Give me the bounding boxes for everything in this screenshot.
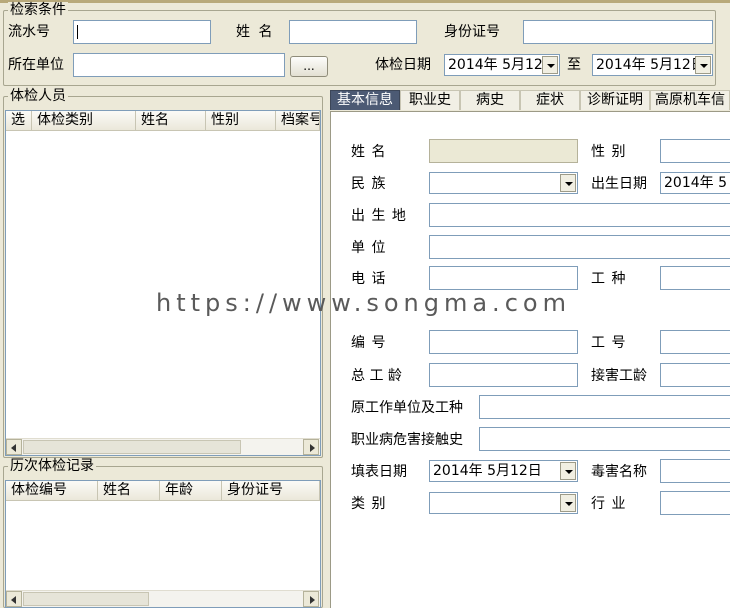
idcard-label: 身份证号 <box>444 24 500 40</box>
dropdown-arrow-icon[interactable] <box>542 56 558 74</box>
column-header-exam-type[interactable]: 体检类别 <box>32 111 136 131</box>
form-industry-input[interactable] <box>660 491 730 515</box>
serial-input[interactable] <box>73 20 211 44</box>
form-number-label: 编 号 <box>351 335 387 351</box>
form-birthdate-picker[interactable]: 2014年 5 <box>660 172 730 194</box>
tab-plateau-locomotive[interactable]: 高原机车信 <box>650 90 730 110</box>
column-header-file-no[interactable]: 档案号 <box>276 111 320 131</box>
column-header-age[interactable]: 年龄 <box>160 481 222 501</box>
tab-basic-info[interactable]: 基本信息 <box>330 90 400 110</box>
browse-unit-button[interactable]: ... <box>290 56 328 77</box>
form-category-select[interactable] <box>429 492 578 514</box>
people-table[interactable]: 选 体检类别 姓名 性别 档案号 <box>5 110 321 456</box>
dropdown-arrow-icon[interactable] <box>560 494 576 512</box>
scroll-thumb[interactable] <box>23 592 149 606</box>
history-table[interactable]: 体检编号 姓名 年龄 身份证号 <box>5 480 321 608</box>
form-birthdate-value: 2014年 5 <box>664 175 727 191</box>
form-number-input[interactable] <box>429 330 578 354</box>
form-workno-label: 工 号 <box>591 335 627 351</box>
unit-input[interactable] <box>73 53 285 77</box>
form-phone-label: 电 话 <box>351 271 387 287</box>
form-category-label: 类 别 <box>351 496 387 512</box>
people-horizontal-scrollbar[interactable] <box>6 438 320 455</box>
exam-date-label: 体检日期 <box>375 57 431 73</box>
column-header-name[interactable]: 姓名 <box>136 111 206 131</box>
form-ethnicity-label: 民 族 <box>351 176 387 192</box>
column-header-select[interactable]: 选 <box>6 111 32 131</box>
watermark-text: https://www.songma.com <box>156 289 571 317</box>
form-total-years-input[interactable] <box>429 363 578 387</box>
column-header-exam-no[interactable]: 体检编号 <box>6 481 98 501</box>
name-label: 姓 名 <box>236 24 275 40</box>
scroll-left-icon[interactable] <box>6 591 22 607</box>
form-total-years-label: 总 工 龄 <box>351 368 402 384</box>
form-exposure-years-label: 接害工龄 <box>591 368 647 384</box>
column-header-name[interactable]: 姓名 <box>98 481 160 501</box>
form-worktype-label: 工 种 <box>591 271 627 287</box>
people-legend: 体检人员 <box>8 88 68 104</box>
form-birthplace-label: 出 生 地 <box>351 208 407 224</box>
date-from-value: 2014年 5月12 <box>448 57 543 73</box>
dropdown-arrow-icon[interactable] <box>695 56 711 74</box>
date-to-picker[interactable]: 2014年 5月12日 <box>592 54 713 76</box>
form-fill-date-value: 2014年 5月12日 <box>433 463 542 479</box>
tab-occupation-history[interactable]: 职业史 <box>400 90 460 110</box>
tab-symptoms[interactable]: 症状 <box>520 90 580 110</box>
scroll-right-icon[interactable] <box>303 439 319 455</box>
form-phone-input[interactable] <box>429 266 578 290</box>
column-header-idcard[interactable]: 身份证号 <box>222 481 320 501</box>
date-from-picker[interactable]: 2014年 5月12 <box>444 54 560 76</box>
form-poison-label: 毒害名称 <box>591 464 647 480</box>
dropdown-arrow-icon[interactable] <box>560 462 576 480</box>
tab-medical-history[interactable]: 病史 <box>460 90 520 110</box>
scroll-thumb[interactable] <box>23 440 241 454</box>
top-strip <box>0 0 730 3</box>
form-unit-label: 单 位 <box>351 240 387 256</box>
search-legend: 检索条件 <box>8 2 68 18</box>
form-unit-input[interactable] <box>429 235 730 259</box>
form-exposure-years-input[interactable] <box>660 363 730 387</box>
name-input[interactable] <box>289 20 417 44</box>
scroll-right-icon[interactable] <box>303 591 319 607</box>
form-hazard-history-input[interactable] <box>479 427 730 451</box>
form-orig-unit-label: 原工作单位及工种 <box>351 400 463 416</box>
form-fill-date-label: 填表日期 <box>351 464 407 480</box>
form-poison-input[interactable] <box>660 459 730 483</box>
date-to-value: 2014年 5月12日 <box>596 57 705 73</box>
dropdown-arrow-icon[interactable] <box>560 174 576 192</box>
form-workno-input[interactable] <box>660 330 730 354</box>
unit-label: 所在单位 <box>8 57 64 73</box>
form-worktype-input[interactable] <box>660 266 730 290</box>
history-horizontal-scrollbar[interactable] <box>6 590 320 607</box>
date-to-label: 至 <box>567 57 581 73</box>
scroll-left-icon[interactable] <box>6 439 22 455</box>
form-industry-label: 行 业 <box>591 496 627 512</box>
tab-diagnosis[interactable]: 诊断证明 <box>580 90 650 110</box>
form-gender-input[interactable] <box>660 139 730 163</box>
column-header-gender[interactable]: 性别 <box>206 111 276 131</box>
form-birthplace-input[interactable] <box>429 203 730 227</box>
form-name-label: 姓 名 <box>351 144 387 160</box>
form-birthdate-label: 出生日期 <box>591 176 647 192</box>
idcard-input[interactable] <box>523 20 713 44</box>
form-orig-unit-input[interactable] <box>479 395 730 419</box>
form-hazard-history-label: 职业病危害接触史 <box>351 432 463 448</box>
form-name-input[interactable] <box>429 139 578 163</box>
form-ethnicity-select[interactable] <box>429 172 578 194</box>
serial-label: 流水号 <box>8 24 50 40</box>
form-gender-label: 性 别 <box>591 144 627 160</box>
history-legend: 历次体检记录 <box>8 458 96 474</box>
form-fill-date-picker[interactable]: 2014年 5月12日 <box>429 460 578 482</box>
